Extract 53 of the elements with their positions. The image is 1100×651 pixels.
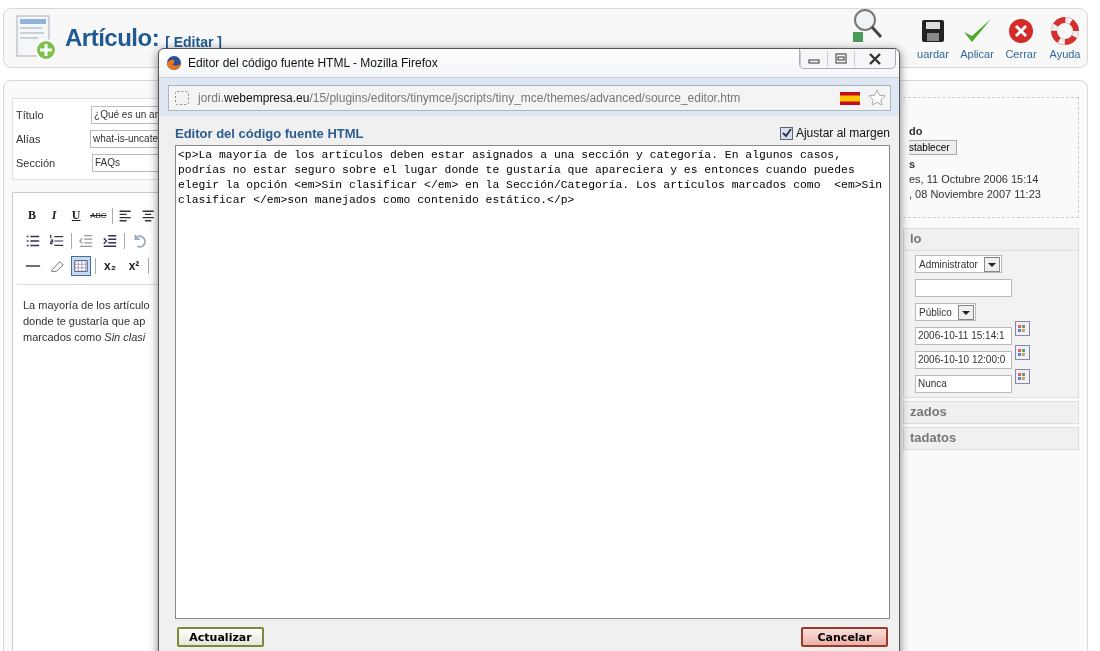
star-icon[interactable] (868, 89, 886, 107)
field-label: Alías (16, 133, 42, 145)
source-code-field[interactable]: <p>La mayoría de los artículos deben estar asignados a una sección y categoría. En algunos casos, podrías no estar seguro sobre el lugar donde te gustaría que apareciera y es entonces cuando puedes elegir la opción <em>Sin clasificar </em> en la Sección/Categoría. Los artículos marcados como <em>Sin clasificar </em>son manejados como contenido estático.</p> (175, 145, 890, 619)
select-field[interactable]: Administrator (915, 255, 1002, 273)
details-label: do (909, 125, 923, 137)
underline-button[interactable]: U (67, 205, 86, 226)
details-label: s (909, 158, 916, 170)
date-field[interactable]: Nunca (915, 375, 1012, 393)
page-title: Artículo: (65, 24, 160, 52)
wrap-checkbox[interactable]: Ajustar al margen (779, 126, 890, 140)
editor-text-line: marcados como Sin clasi (23, 330, 146, 345)
calendar-icon[interactable] (1015, 321, 1030, 336)
table-icon[interactable] (71, 255, 91, 276)
editor-text-line: La mayoría de los artículo (23, 298, 150, 313)
details-date: , 08 Noviembre 2007 11:23 (909, 188, 1041, 200)
close-button[interactable]: Cerrar (1001, 16, 1041, 60)
reset-button[interactable]: stablecer (909, 140, 957, 155)
bold-button[interactable]: B (23, 205, 42, 226)
magnifier-icon[interactable] (851, 8, 885, 44)
cancel-button[interactable]: Cancelar (801, 627, 888, 647)
update-button[interactable]: Actualizar (177, 627, 264, 647)
panel-header[interactable]: zados (903, 401, 1079, 424)
date-field[interactable]: 2006-10-10 12:00:0 (915, 351, 1012, 369)
text-field[interactable]: FAQs (92, 154, 161, 172)
strike-button[interactable]: ABC (89, 205, 108, 226)
details-date: es, 11 Octubre 2006 15:14 (909, 173, 1039, 185)
help-button[interactable]: Ayuda (1045, 16, 1085, 60)
date-field[interactable]: 2006-10-11 15:14:1 (915, 327, 1012, 345)
lifebuoy-icon (1048, 16, 1082, 48)
article-add-icon (16, 15, 56, 61)
url-text: jordi.webempresa.eu/15/plugins/editors/tinymce/jscripts/tiny_mce/themes/advanced/source_editor.htm (198, 91, 742, 105)
calendar-icon[interactable] (1015, 369, 1030, 384)
superscript-button[interactable]: x² (124, 255, 144, 276)
browser-icon (166, 55, 182, 71)
panel-header[interactable]: tadatos (903, 427, 1079, 450)
address-bar[interactable]: jordi.webempresa.eu/15/plugins/editors/tinymce/jscripts/tiny_mce/themes/advanced/source_editor.htm (168, 85, 891, 111)
checkbox[interactable] (779, 126, 793, 140)
text-field[interactable] (915, 279, 1012, 297)
italic-button[interactable]: I (45, 205, 64, 226)
text-field[interactable]: ¿Qué es un ar (91, 106, 161, 124)
editor-text-line: donde te gustaría que ap (23, 314, 146, 329)
subscript-button[interactable]: x₂ (100, 255, 120, 276)
window-title: Editor del código fuente HTML - Mozilla Firefox (188, 56, 438, 70)
select-field[interactable]: Público (915, 303, 976, 321)
field-label: Título (16, 109, 45, 121)
text-field[interactable]: what-is-uncate (89, 130, 161, 148)
flag-icon (840, 91, 860, 105)
calendar-icon[interactable] (1015, 345, 1030, 360)
dialog-heading: Editor del código fuente HTML (175, 125, 364, 141)
field-label: Sección (16, 157, 57, 169)
apply-button[interactable]: Aplicar (957, 16, 997, 60)
page-icon (174, 90, 190, 106)
save-button[interactable]: uardar (913, 16, 953, 60)
